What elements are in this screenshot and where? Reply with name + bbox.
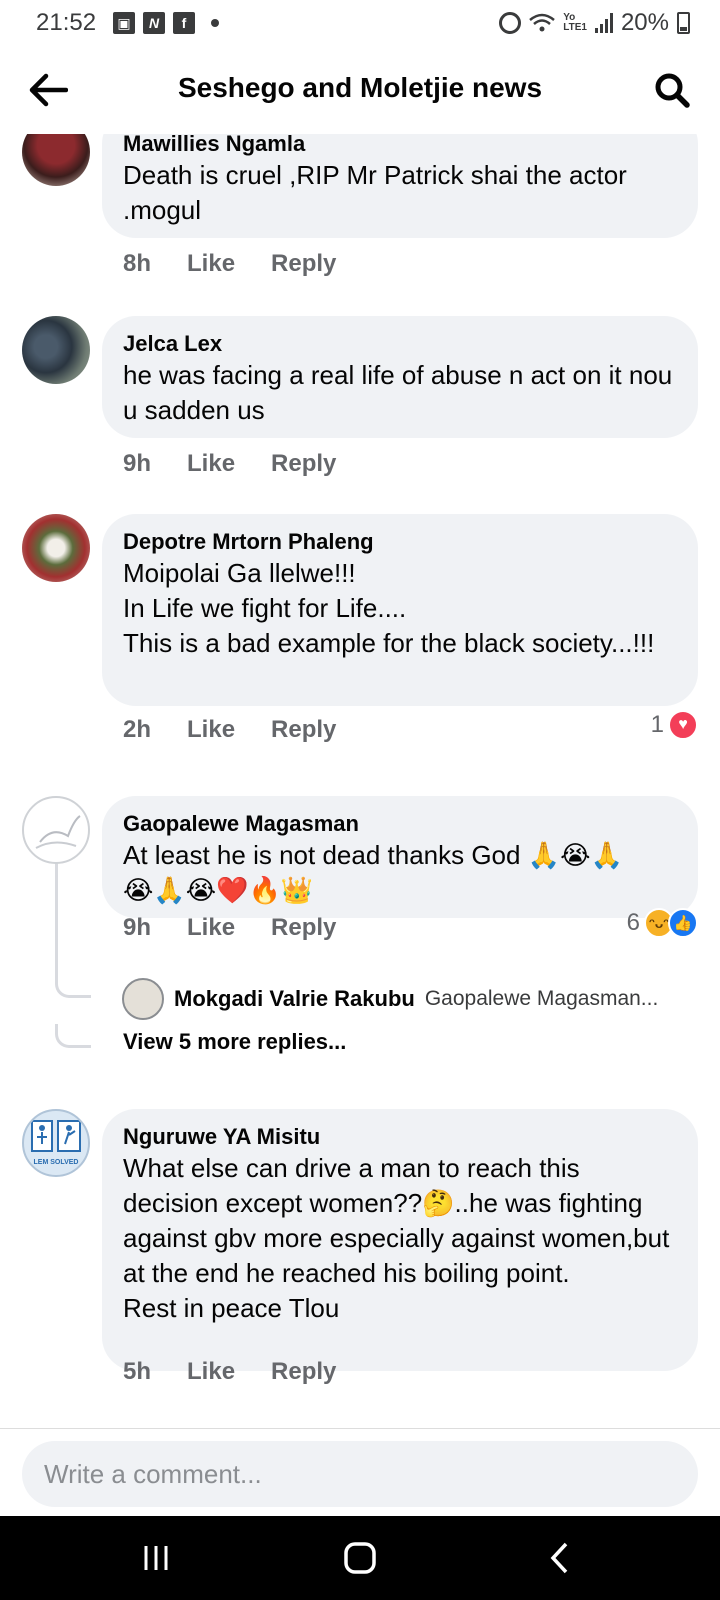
comment-bubble[interactable]: Mawillies Ngamla Death is cruel ,RIP Mr …: [102, 134, 698, 238]
avatar[interactable]: [22, 796, 90, 864]
reply-button[interactable]: Reply: [271, 716, 336, 744]
comment-text: he was facing a real life of abuse n act…: [123, 360, 673, 425]
like-button[interactable]: Like: [187, 716, 235, 744]
reply-snippet: Gaopalewe Magasman...: [424, 987, 659, 1010]
reply-button[interactable]: Reply: [271, 450, 336, 478]
avatar-logo-icon: [35, 815, 81, 849]
comment-time: 9h: [123, 914, 152, 941]
avatar[interactable]: LEM SOLVED: [22, 1109, 90, 1177]
signal-icon: [594, 13, 613, 33]
comment-bubble[interactable]: Gaopalewe Magasman At least he is not de…: [102, 796, 698, 918]
status-time: 21:52: [36, 9, 97, 36]
reaction-count: 6: [626, 909, 640, 936]
battery-percent: 20%: [620, 9, 669, 36]
network-label: LTE1: [563, 22, 587, 33]
comment-bubble[interactable]: Depotre Mrtorn Phaleng Moipolai Ga llelw…: [102, 514, 698, 706]
reaction-summary[interactable]: 1 ♥: [651, 710, 698, 740]
search-icon: [655, 73, 690, 108]
like-button[interactable]: Like: [187, 250, 235, 278]
comment-text: Death is cruel ,RIP Mr Patrick shai the …: [123, 160, 627, 225]
app-header: Seshego and Moletjie news: [0, 48, 720, 134]
avatar-caption: LEM SOLVED: [33, 1159, 79, 1166]
avatar[interactable]: [22, 316, 90, 384]
avatar[interactable]: [22, 514, 90, 582]
comment-author[interactable]: Mawillies Ngamla: [123, 134, 678, 158]
like-reaction-icon: 👍: [668, 908, 698, 938]
comment-bubble[interactable]: Jelca Lex he was facing a real life of a…: [102, 316, 698, 438]
comment-actions: 8h Like Reply: [123, 250, 336, 278]
reply-button[interactable]: Reply: [271, 250, 336, 278]
view-more-replies-link[interactable]: View 5 more replies...: [123, 1029, 346, 1055]
status-bar: 21:52 ▣ N f Yo LTE1 20%: [0, 0, 720, 48]
like-button[interactable]: Like: [187, 450, 235, 478]
like-button[interactable]: Like: [187, 914, 235, 942]
thread-elbow: [55, 1024, 91, 1048]
comment-composer: [0, 1428, 720, 1516]
comment-actions: 5h Like Reply: [123, 1358, 336, 1386]
comment-actions: 2h Like Reply: [123, 716, 336, 744]
reply-button[interactable]: Reply: [271, 914, 336, 942]
thread-line: [55, 850, 58, 978]
comment-time: 9h: [123, 450, 152, 477]
more-notifications-dot-icon: [211, 19, 219, 27]
comment-time: 8h: [123, 250, 152, 277]
reaction-summary[interactable]: 6 ᵔᴗᵔ 👍: [627, 908, 698, 938]
comment-actions: 9h Like Reply: [123, 450, 336, 478]
comment-author[interactable]: Depotre Mrtorn Phaleng: [123, 528, 678, 556]
alarm-icon: [499, 12, 522, 34]
love-reaction-icon: ♥: [668, 710, 698, 740]
notification-icons: ▣ N f: [113, 12, 219, 34]
reply-button[interactable]: Reply: [271, 1358, 336, 1386]
comment-text: Moipolai Ga llelwe!!! In Life we fight f…: [123, 558, 655, 658]
status-right: Yo LTE1 20%: [499, 9, 690, 37]
comment-time: 2h: [123, 716, 152, 743]
facebook-icon: f: [173, 12, 195, 34]
comment-text: At least he is not dead thanks God 🙏😭🙏 😭…: [123, 840, 623, 905]
comments-list[interactable]: Mawillies Ngamla Death is cruel ,RIP Mr …: [0, 134, 720, 1424]
reply-author[interactable]: Mokgadi Valrie Rakubu: [174, 986, 415, 1012]
page-title: Seshego and Moletjie news: [177, 72, 543, 103]
reply-avatar[interactable]: [122, 978, 164, 1020]
nav-back-button[interactable]: [530, 1536, 590, 1580]
thread-elbow: [55, 974, 91, 998]
comment-text: What else can drive a man to reach this …: [123, 1153, 670, 1323]
recent-apps-icon: [144, 1546, 168, 1570]
comment-actions: 9h Like Reply: [123, 914, 336, 942]
search-button[interactable]: [650, 68, 694, 112]
recent-apps-button[interactable]: [126, 1536, 186, 1580]
comment-author[interactable]: Gaopalewe Magasman: [123, 810, 678, 838]
reaction-count: 1: [650, 711, 664, 738]
wifi-icon: [529, 13, 556, 32]
avatar[interactable]: [22, 134, 90, 186]
home-button[interactable]: [330, 1536, 390, 1580]
home-icon: [344, 1542, 376, 1574]
reply-preview[interactable]: Mokgadi Valrie Rakubu Gaopalewe Magasman…: [122, 978, 702, 1020]
comment-author[interactable]: Jelca Lex: [123, 330, 678, 358]
like-button[interactable]: Like: [187, 1358, 235, 1386]
comment-time: 5h: [123, 1358, 152, 1385]
gallery-icon: ▣: [113, 12, 135, 34]
comment-author[interactable]: Nguruwe YA Misitu: [123, 1123, 678, 1151]
battery-icon: [677, 12, 690, 34]
navigation-bar: [0, 1516, 720, 1600]
comment-input[interactable]: [22, 1441, 698, 1507]
lte-indicator: Yo LTE1: [563, 13, 587, 33]
chevron-left-icon: [550, 1542, 568, 1574]
comment-bubble[interactable]: Nguruwe YA Misitu What else can drive a …: [102, 1109, 698, 1371]
news-app-icon: N: [143, 12, 165, 34]
